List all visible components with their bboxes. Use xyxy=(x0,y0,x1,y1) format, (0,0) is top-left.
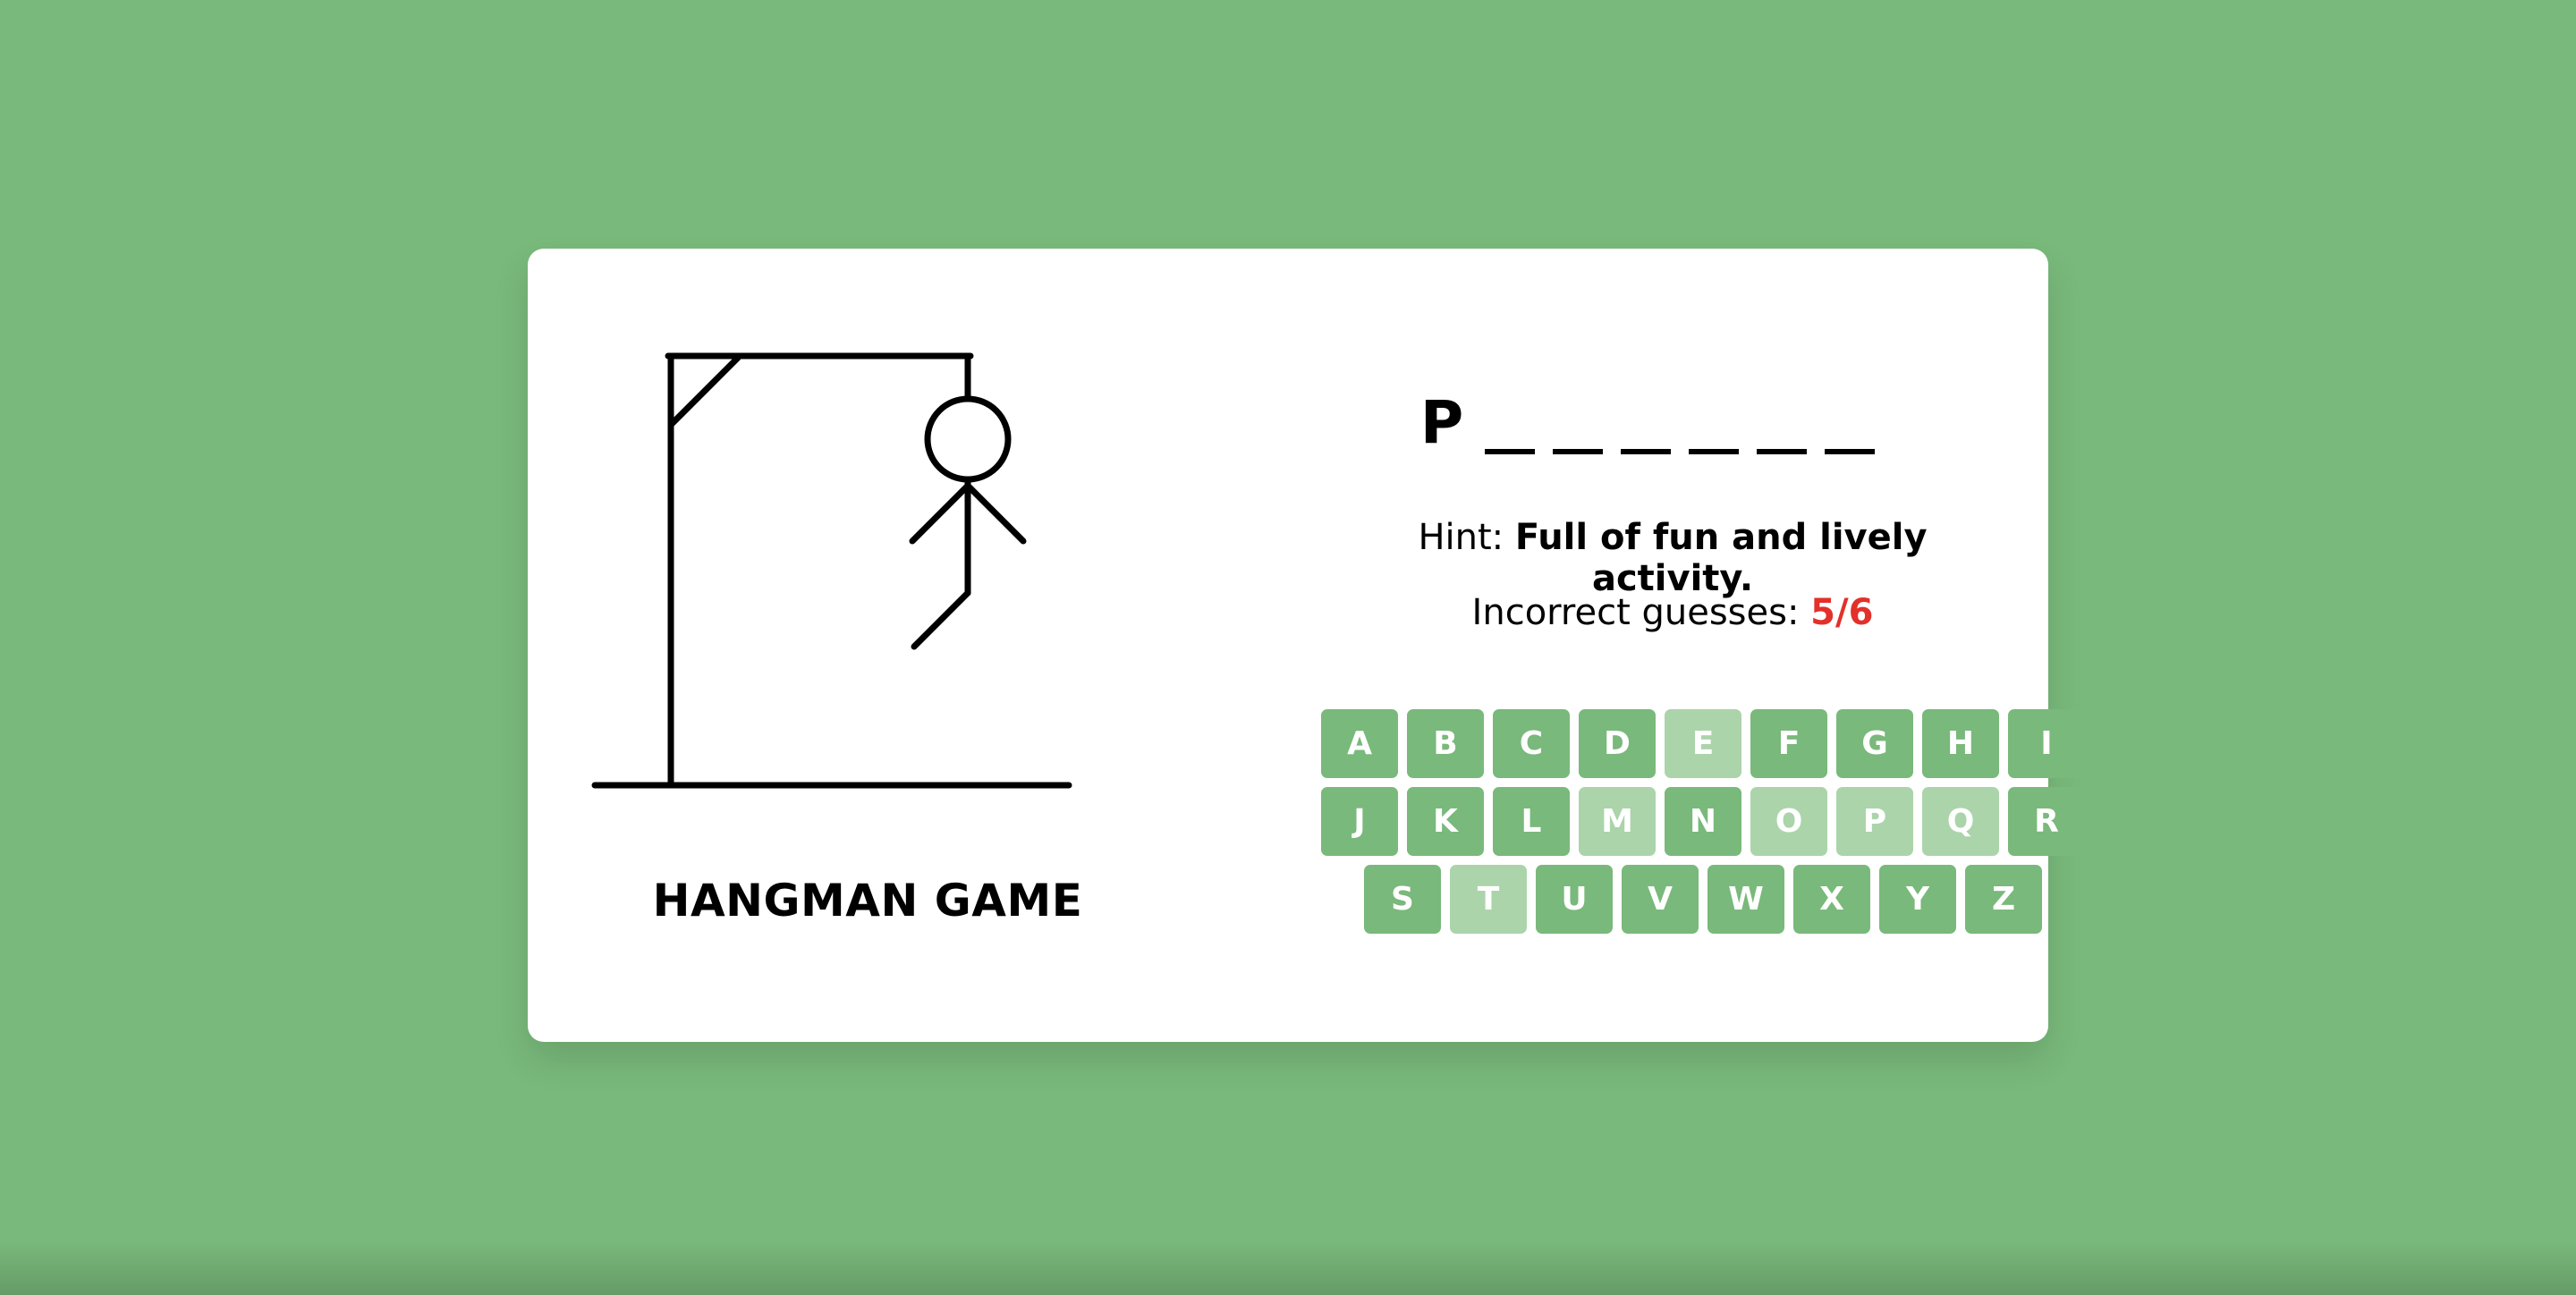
key-a[interactable]: A xyxy=(1321,709,1398,778)
bottom-shadow xyxy=(0,1241,2576,1295)
hangman-head xyxy=(924,395,1012,483)
key-t: T xyxy=(1450,865,1527,934)
word-letter-blank xyxy=(1825,381,1875,454)
guesses-label: Incorrect guesses: xyxy=(1471,592,1800,633)
hint-text: Full of fun and lively activity. xyxy=(1514,517,1928,599)
key-c[interactable]: C xyxy=(1493,709,1570,778)
key-d[interactable]: D xyxy=(1579,709,1656,778)
key-r[interactable]: R xyxy=(2008,787,2085,856)
key-b[interactable]: B xyxy=(1407,709,1484,778)
game-card: HANGMAN GAME P Hint: Full of fun and liv… xyxy=(528,249,2085,1042)
key-j[interactable]: J xyxy=(1321,787,1398,856)
word-letter-blank xyxy=(1689,381,1739,454)
key-p: P xyxy=(1836,787,1913,856)
key-y[interactable]: Y xyxy=(1879,865,1956,934)
hangman-right-arm xyxy=(964,482,1027,545)
keyboard-row: STUVWXYZ xyxy=(1211,865,2195,934)
key-i[interactable]: I xyxy=(2008,709,2085,778)
word-letter-blank xyxy=(1757,381,1807,454)
key-u[interactable]: U xyxy=(1536,865,1613,934)
key-m: M xyxy=(1579,787,1656,856)
key-l[interactable]: L xyxy=(1493,787,1570,856)
key-n[interactable]: N xyxy=(1665,787,1741,856)
key-f[interactable]: F xyxy=(1750,709,1827,778)
key-q: Q xyxy=(1922,787,1999,856)
hint-label: Hint: xyxy=(1418,517,1504,558)
key-v[interactable]: V xyxy=(1622,865,1699,934)
word-letter-revealed: P xyxy=(1419,388,1464,457)
key-k[interactable]: K xyxy=(1407,787,1484,856)
keyboard-row: JKLMNOPQR xyxy=(1211,787,2195,856)
game-title: HANGMAN GAME xyxy=(652,875,1083,927)
hangman-drawing xyxy=(591,352,1072,789)
letter-keyboard: ABCDEFGHI JKLMNOPQR STUVWXYZ xyxy=(1211,709,2195,943)
key-e: E xyxy=(1665,709,1741,778)
gallows-brace xyxy=(667,354,741,428)
guesses-count: 5/6 xyxy=(1810,592,1874,633)
key-z[interactable]: Z xyxy=(1965,865,2042,934)
word-letter-blank xyxy=(1553,381,1603,454)
key-s[interactable]: S xyxy=(1364,865,1441,934)
incorrect-guesses-line: Incorrect guesses: 5/6 xyxy=(1333,592,2012,633)
word-letter-blank xyxy=(1621,381,1671,454)
key-x[interactable]: X xyxy=(1793,865,1870,934)
hangman-left-arm xyxy=(909,482,971,545)
key-w[interactable]: W xyxy=(1707,865,1784,934)
key-h[interactable]: H xyxy=(1922,709,1999,778)
keyboard-row: ABCDEFGHI xyxy=(1211,709,2195,778)
word-letter-blank xyxy=(1485,381,1535,454)
hint-line: Hint: Full of fun and lively activity. xyxy=(1333,517,2012,599)
key-o: O xyxy=(1750,787,1827,856)
word-display: P xyxy=(1368,365,1923,454)
hangman-left-leg xyxy=(911,589,971,650)
key-g[interactable]: G xyxy=(1836,709,1913,778)
